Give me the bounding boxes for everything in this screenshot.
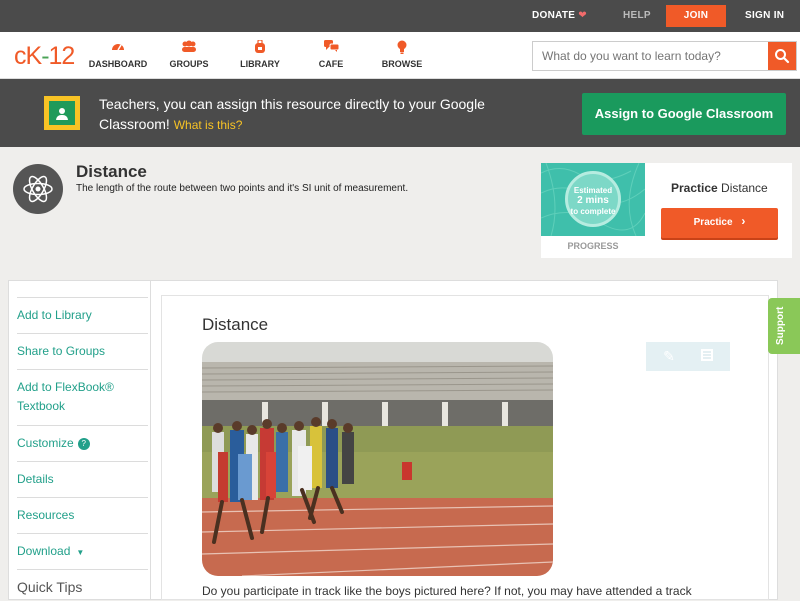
estimated-minutes: 2 mins [577, 195, 609, 206]
backpack-icon [225, 39, 295, 56]
practice-title: Practice Distance [671, 181, 768, 195]
support-label: Support [775, 306, 786, 345]
search-input[interactable] [533, 42, 768, 70]
notes-icon[interactable] [699, 348, 715, 364]
assign-to-google-classroom-button[interactable]: Assign to Google Classroom [582, 93, 786, 135]
estimated-time-badge: Estimated 2 mins to complete [565, 171, 621, 227]
sidebar: Add to Library Share to Groups Add to Fl… [8, 280, 150, 600]
nav-library-label: LIBRARY [240, 59, 280, 69]
article-tools: ✎ [646, 342, 730, 371]
atom-icon [13, 164, 63, 214]
sidebar-item-download[interactable]: Download ▼ [17, 533, 148, 569]
practice-button[interactable]: Practice › [661, 208, 778, 238]
track-runners-photo [202, 342, 553, 576]
sidebar-item-label: Download [17, 544, 71, 558]
nav-browse[interactable]: BROWSE [367, 40, 437, 69]
speedometer-icon [83, 40, 153, 56]
sidebar-item-customize[interactable]: Customize? [17, 425, 148, 461]
practice-thumbnail: Estimated 2 mins to complete [541, 163, 645, 236]
logo-ck: cK [14, 42, 42, 70]
sidebar-item-label: Add to Library [17, 308, 92, 322]
caret-down-icon: ▼ [76, 548, 85, 557]
main-nav: cK-12 DASHBOARD GROUPS LIBRARY CAFE BROW… [0, 32, 800, 79]
search-box [532, 41, 797, 71]
sidebar-item-share-to-groups[interactable]: Share to Groups [17, 333, 148, 369]
nav-cafe-label: CAFE [318, 59, 344, 69]
practice-title-topic: Distance [721, 181, 768, 195]
logo-dash: - [41, 42, 49, 70]
sidebar-item-add-to-library[interactable]: Add to Library [17, 297, 148, 333]
groups-icon [154, 40, 224, 56]
practice-button-label: Practice [693, 217, 733, 228]
ck12-logo[interactable]: cK-12 [14, 42, 76, 71]
practice-title-bold: Practice [671, 181, 718, 195]
sign-in-link[interactable]: SIGN IN [745, 0, 784, 32]
nav-groups[interactable]: GROUPS [154, 40, 224, 69]
google-classroom-icon [44, 96, 80, 130]
join-button[interactable]: JOIN [666, 5, 726, 27]
estimated-label: Estimated [573, 186, 613, 195]
what-is-this-link[interactable]: What is this? [174, 118, 243, 132]
progress-label: PROGRESS [567, 241, 619, 251]
concept-description: The length of the route between two poin… [76, 183, 409, 194]
help-link[interactable]: HELP [623, 0, 651, 32]
article-intro-text: Do you participate in track like the boy… [202, 584, 692, 598]
top-bar: DONATE ❤ HELP JOIN SIGN IN [0, 0, 800, 32]
donate-label: DONATE [532, 10, 576, 21]
support-tab[interactable]: Support [768, 298, 800, 354]
chevron-right-icon: › [741, 214, 746, 228]
concept-title: Distance [76, 162, 147, 181]
nav-library[interactable]: LIBRARY [225, 39, 295, 69]
practice-card: Estimated 2 mins to complete PROGRESS Pr… [541, 163, 792, 258]
chat-bubbles-icon [296, 40, 366, 56]
sidebar-item-resources[interactable]: Resources [17, 497, 148, 533]
article-title: Distance [202, 315, 269, 334]
pencil-icon[interactable]: ✎ [661, 348, 677, 364]
nav-groups-label: GROUPS [169, 59, 209, 69]
lightbulb-icon [367, 40, 437, 56]
banner-message: Teachers, you can assign this resource d… [99, 94, 519, 135]
sidebar-item-label: Resources [17, 508, 75, 522]
sidebar-item-add-to-flexbook[interactable]: Add to FlexBook® Textbook [17, 369, 148, 425]
heart-icon: ❤ [578, 10, 587, 21]
nav-dashboard-label: DASHBOARD [88, 59, 148, 69]
search-button[interactable] [768, 42, 796, 70]
quick-tips-heading[interactable]: Quick Tips [17, 569, 148, 601]
nav-cafe[interactable]: CAFE [296, 40, 366, 69]
help-question-icon[interactable]: ? [77, 438, 90, 450]
search-icon [775, 49, 790, 64]
sidebar-item-label: Details [17, 472, 54, 486]
sidebar-item-label: Customize [17, 436, 74, 450]
estimated-to-complete: to complete [570, 207, 616, 216]
sidebar-item-details[interactable]: Details [17, 461, 148, 497]
nav-dashboard[interactable]: DASHBOARD [83, 40, 153, 69]
banner-text: Teachers, you can assign this resource d… [99, 96, 485, 132]
nav-browse-label: BROWSE [381, 59, 423, 69]
logo-12: 12 [48, 42, 76, 70]
sidebar-item-label: Share to Groups [17, 344, 106, 358]
donate-link[interactable]: DONATE ❤ [532, 0, 587, 32]
sidebar-item-label: Add to FlexBook® Textbook [17, 380, 114, 413]
